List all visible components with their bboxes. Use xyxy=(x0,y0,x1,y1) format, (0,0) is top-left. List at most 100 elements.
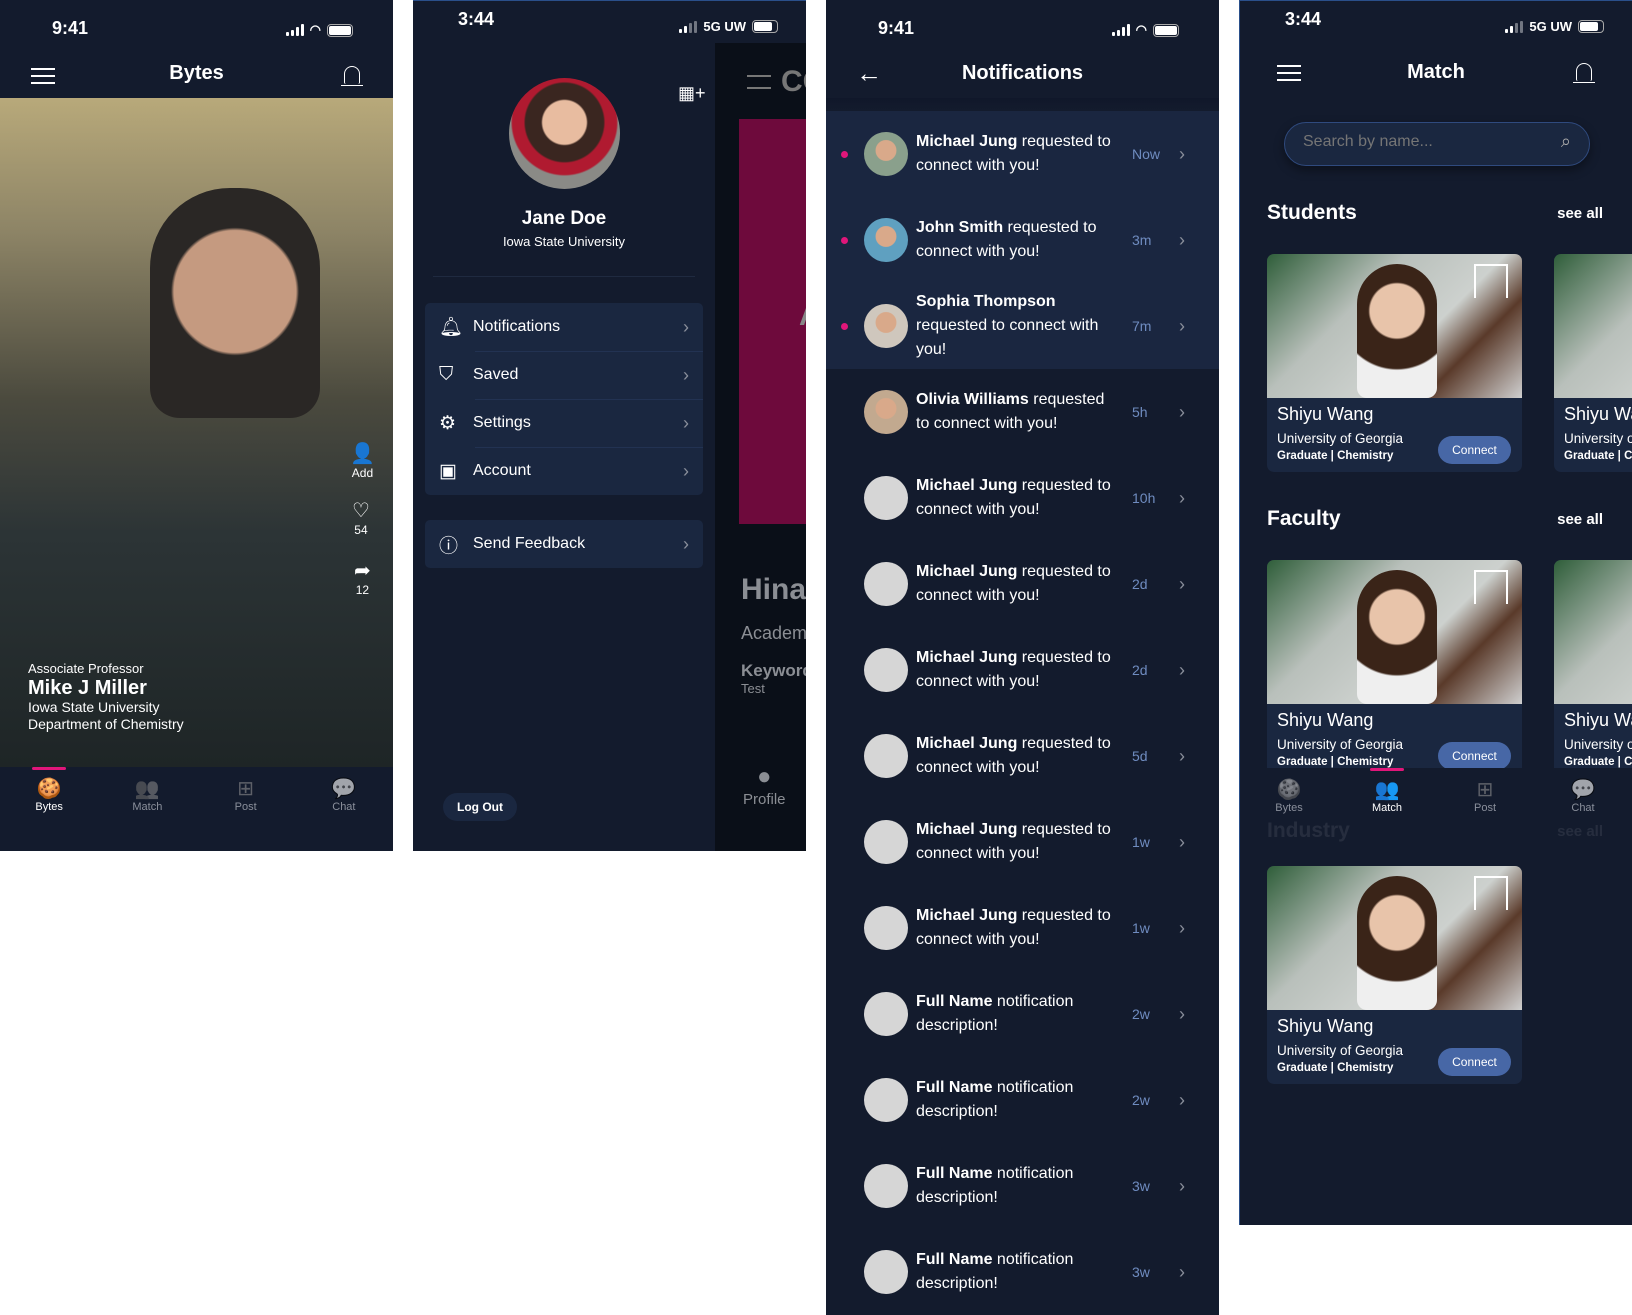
see-all-faculty[interactable]: see all xyxy=(1557,511,1603,528)
menu-item-notifications[interactable]: 🔔︎ Notifications › xyxy=(425,303,703,351)
menu-item-settings[interactable]: ⚙ Settings › xyxy=(425,399,703,447)
menu-item-account[interactable]: ▣ Account › xyxy=(425,447,703,495)
profile-name: Jane Doe xyxy=(521,208,607,229)
bookmark-icon[interactable] xyxy=(1474,570,1508,604)
avatar xyxy=(864,304,908,348)
profile-card[interactable]: Shiyu Wang University of Georgia Graduate … xyxy=(1267,560,1522,778)
share-icon: ➦ xyxy=(354,560,371,582)
notification-text: Olivia Williams requested to connect wit… xyxy=(916,391,1105,432)
notification-item[interactable]: Michael Jung requested to connect with y… xyxy=(826,799,1219,885)
notification-item[interactable]: Michael Jung requested to connect with y… xyxy=(826,713,1219,799)
card-name: Shiyu Wa xyxy=(1564,710,1632,730)
avatar xyxy=(864,734,908,778)
notification-item[interactable]: Michael Jung requested to connect with y… xyxy=(826,627,1219,713)
preview-name: Hina xyxy=(741,573,806,606)
menu-item-send-feedback[interactable]: ⓘ Send Feedback › xyxy=(425,520,703,568)
see-all-industry: see all xyxy=(1557,823,1603,840)
preview-pane[interactable]: CO A Hina Academ Keyword Test ●Profile xyxy=(715,43,806,851)
bookmark-icon[interactable] xyxy=(1474,876,1508,910)
profile-card[interactable]: Shiyu Wang University of Georgia Graduate … xyxy=(1267,866,1522,1084)
bookmark-icon: ⛉ xyxy=(439,364,454,385)
chevron-right-icon: › xyxy=(1179,917,1185,938)
wifi-icon: ◠ xyxy=(309,22,321,37)
profile-card[interactable]: Shiyu Wang University of Georgia Graduate … xyxy=(1267,254,1522,472)
notification-name: Full Name xyxy=(916,1251,993,1268)
chevron-right-icon: › xyxy=(683,533,689,554)
card-university: University o xyxy=(1564,431,1632,446)
add-button[interactable]: 👤 Add xyxy=(350,441,375,480)
chevron-right-icon: › xyxy=(1179,229,1185,250)
notification-time: 5d xyxy=(1132,748,1148,764)
card-university: University o xyxy=(1564,737,1632,752)
avatar xyxy=(864,648,908,692)
notifications-screen: 9:41 ◠ ← Notifications Michael Jung requ… xyxy=(826,0,1219,1315)
menu-item-label: Settings xyxy=(473,414,531,431)
nav-post[interactable]: ⊞ Post xyxy=(1445,768,1525,838)
notification-time: 2w xyxy=(1132,1006,1150,1022)
profile-card[interactable]: Shiyu Wa University o Graduate | Ch xyxy=(1554,254,1632,472)
nav-label: Post xyxy=(234,801,257,813)
connect-button[interactable]: Connect xyxy=(1438,1048,1511,1076)
status-bar: 9:41 ◠ xyxy=(0,0,393,56)
bell-icon[interactable] xyxy=(341,66,363,86)
like-button[interactable]: ♡ 54 xyxy=(352,498,370,537)
card-detail: Graduate | Ch xyxy=(1564,450,1632,462)
chevron-right-icon: › xyxy=(1179,1261,1185,1282)
profile-nav: ● Profile xyxy=(743,763,786,808)
chat-icon: 💬 xyxy=(1570,779,1596,801)
notification-item[interactable]: Full Name notification description! 2w › xyxy=(826,971,1219,1057)
connect-button[interactable]: Connect xyxy=(1438,742,1511,770)
notification-item[interactable]: John Smith requested to connect with you… xyxy=(826,197,1219,283)
like-count: 54 xyxy=(354,523,368,537)
status-time: 3:44 xyxy=(458,9,495,29)
nav-match[interactable]: 👥 Match xyxy=(107,767,187,851)
preview-keywords: Test xyxy=(741,681,765,696)
notification-item[interactable]: Full Name notification description! 3w › xyxy=(826,1143,1219,1229)
bookmark-icon[interactable] xyxy=(1474,264,1508,298)
bell-icon[interactable] xyxy=(1573,63,1595,83)
menu-item-saved[interactable]: ⛉ Saved › xyxy=(425,351,703,399)
profile-photo-subject xyxy=(1357,876,1437,1010)
notification-item[interactable]: Olivia Williams requested to connect wit… xyxy=(826,369,1219,455)
share-button[interactable]: ➦ 12 xyxy=(354,558,371,597)
avatar xyxy=(864,218,908,262)
search-icon[interactable]: ⌕ xyxy=(1561,131,1571,152)
nav-bytes[interactable]: 🍪 Bytes xyxy=(9,767,89,851)
notification-item[interactable]: Full Name notification description! 2w › xyxy=(826,1057,1219,1143)
qr-add-icon[interactable]: ▦+ xyxy=(678,83,706,104)
match-screen: 3:44 5G UW Match ⌕ Students see all Shiyu … xyxy=(1239,0,1632,1225)
chevron-right-icon: › xyxy=(1179,315,1185,336)
avatar xyxy=(864,1078,908,1122)
users-icon: 👥 xyxy=(134,778,160,800)
notification-item[interactable]: Michael Jung requested to connect with y… xyxy=(826,455,1219,541)
card-detail: Graduate | Chemistry xyxy=(1277,756,1394,768)
nav-post[interactable]: ⊞ Post xyxy=(206,767,286,851)
logout-button[interactable]: Log Out xyxy=(443,793,517,821)
nav-match[interactable]: 👥 Match xyxy=(1347,768,1427,838)
chevron-right-icon: › xyxy=(1179,831,1185,852)
profile-card[interactable]: Shiyu Wa University o Graduate | Ch xyxy=(1554,560,1632,778)
divider xyxy=(433,276,695,277)
notification-name: Michael Jung xyxy=(916,649,1018,666)
page-title: Notifications xyxy=(961,62,1084,84)
notification-item[interactable]: Michael Jung requested to connect with y… xyxy=(826,111,1219,197)
notification-text: Full Name notification description! xyxy=(916,993,1074,1034)
post-author[interactable]: Mike J Miller xyxy=(28,677,184,699)
see-all-students[interactable]: see all xyxy=(1557,205,1603,222)
card-university: University of Georgia xyxy=(1277,1043,1404,1058)
card-university: University of Georgia xyxy=(1277,431,1404,446)
byte-video[interactable]: 👤 Add ♡ 54 ➦ 12 Associate Professor Mike J … xyxy=(0,98,393,767)
battery-icon xyxy=(1153,23,1179,37)
connect-button[interactable]: Connect xyxy=(1438,436,1511,464)
notification-item[interactable]: Michael Jung requested to connect with y… xyxy=(826,541,1219,627)
notification-text: Michael Jung requested to connect with y… xyxy=(916,477,1111,518)
header-shadow xyxy=(826,98,1219,110)
avatar[interactable] xyxy=(509,78,620,189)
search-input[interactable] xyxy=(1303,133,1533,151)
notification-item[interactable]: Michael Jung requested to connect with y… xyxy=(826,885,1219,971)
notification-item[interactable]: Sophia Thompson requested to connect wit… xyxy=(826,283,1219,369)
search-bar[interactable]: ⌕ xyxy=(1284,122,1590,166)
nav-chat[interactable]: 💬 Chat xyxy=(304,767,384,851)
notification-item[interactable]: Full Name notification description! 3w › xyxy=(826,1229,1219,1315)
menu-item-label: Notifications xyxy=(473,318,561,335)
